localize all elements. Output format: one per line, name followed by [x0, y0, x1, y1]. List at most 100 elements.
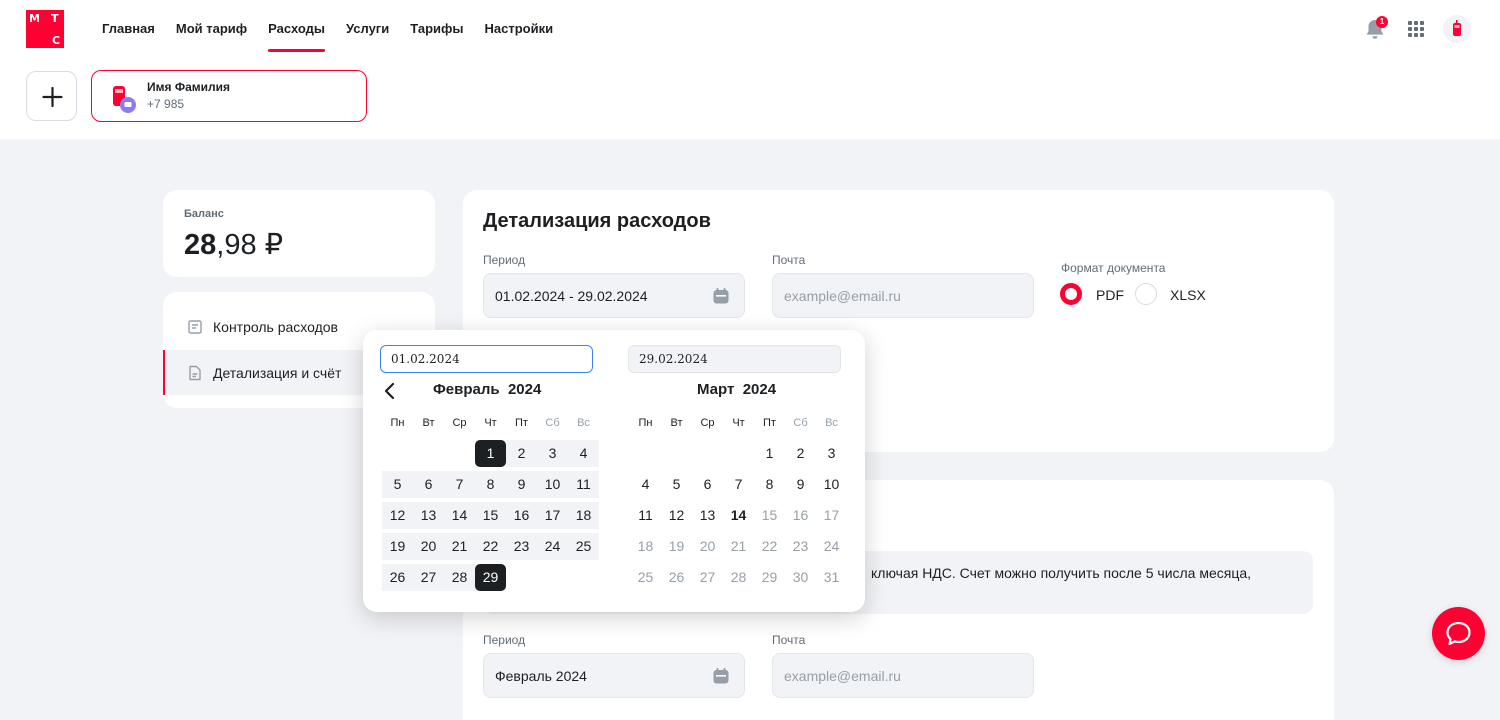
- format-label: Формат документа: [1061, 261, 1166, 275]
- calendar-day[interactable]: 6: [413, 471, 444, 498]
- calendar-day: 31: [823, 569, 840, 585]
- calendar-day[interactable]: 26: [382, 564, 413, 591]
- list-icon: [188, 319, 202, 334]
- calendar-day[interactable]: 1: [754, 440, 785, 467]
- logo-letter-m: М: [29, 12, 40, 25]
- calendar-day: 29: [761, 569, 778, 585]
- calendar-day[interactable]: 6: [692, 471, 723, 498]
- format-pdf-label[interactable]: PDF: [1096, 287, 1124, 303]
- calendar-day[interactable]: 11: [568, 471, 599, 498]
- chat-button[interactable]: [1432, 607, 1485, 660]
- calendar-day[interactable]: 28: [444, 564, 475, 591]
- add-account-button[interactable]: [26, 71, 77, 121]
- calendar-day[interactable]: 19: [382, 533, 413, 560]
- calendar-day[interactable]: 17: [537, 502, 568, 529]
- calendar-day[interactable]: 25: [568, 533, 599, 560]
- email-input[interactable]: example@email.ru: [772, 273, 1034, 318]
- nav-settings[interactable]: Настройки: [484, 0, 553, 56]
- calendar-day[interactable]: 5: [661, 471, 692, 498]
- format-xlsx-radio[interactable]: [1135, 283, 1157, 305]
- calendar-day[interactable]: 22: [475, 533, 506, 560]
- weekday-label: Вс: [825, 417, 838, 429]
- calendar-day[interactable]: 5: [382, 471, 413, 498]
- format-xlsx-label[interactable]: XLSX: [1170, 287, 1206, 303]
- bill-email-label: Почта: [772, 633, 806, 647]
- calendar-day[interactable]: 14: [444, 502, 475, 529]
- nav-expenses[interactable]: Расходы: [268, 0, 325, 56]
- calendar-day[interactable]: 16: [506, 502, 537, 529]
- calendar-day[interactable]: 12: [382, 502, 413, 529]
- calendar-icon[interactable]: [712, 667, 730, 685]
- calendar-day[interactable]: 21: [444, 533, 475, 560]
- profile-avatar[interactable]: [1443, 15, 1471, 43]
- calendar-day: 15: [761, 507, 778, 523]
- calendar-day[interactable]: 27: [413, 564, 444, 591]
- calendar-day[interactable]: 7: [444, 471, 475, 498]
- calendar-day[interactable]: 8: [475, 471, 506, 498]
- calendar-day[interactable]: 8: [754, 471, 785, 498]
- chat-icon: [1446, 621, 1471, 646]
- calendar-day[interactable]: 2: [785, 440, 816, 467]
- account-phone-icon: [113, 86, 136, 113]
- month-year: 2024: [742, 381, 777, 398]
- main-nav: Главная Мой тариф Расходы Услуги Тарифы …: [102, 0, 574, 56]
- calendar-day[interactable]: 3: [816, 440, 847, 467]
- calendar-day[interactable]: 3: [537, 440, 568, 467]
- calendar-day[interactable]: 13: [413, 502, 444, 529]
- calendar-day[interactable]: 1: [475, 440, 506, 467]
- calendar-day[interactable]: 10: [537, 471, 568, 498]
- calendar-day: 22: [761, 538, 778, 554]
- chevron-left-icon[interactable]: [383, 382, 397, 400]
- date-range-picker: 01.02.2024 29.02.2024 Февраль 2024 Март …: [363, 330, 865, 612]
- calendar-day[interactable]: 12: [661, 502, 692, 529]
- weekday-label: Пт: [763, 417, 776, 429]
- calendar-day[interactable]: 9: [785, 471, 816, 498]
- account-phone: +7 985: [147, 97, 185, 111]
- calendar-day[interactable]: 2: [506, 440, 537, 467]
- start-date-input[interactable]: 01.02.2024: [380, 345, 593, 373]
- calendar-day[interactable]: 7: [723, 471, 754, 498]
- mts-logo[interactable]: М Т С: [26, 10, 64, 48]
- calendar-day: 27: [699, 569, 716, 585]
- calendar-day[interactable]: 9: [506, 471, 537, 498]
- calendar-day[interactable]: 14: [723, 502, 754, 529]
- calendar-day[interactable]: 15: [475, 502, 506, 529]
- detailing-title: Детализация расходов: [483, 210, 711, 232]
- calendar-day[interactable]: 4: [568, 440, 599, 467]
- bill-period-field[interactable]: Февраль 2024: [483, 653, 745, 698]
- notification-badge: 1: [1376, 16, 1388, 28]
- apps-grid-icon[interactable]: [1403, 16, 1429, 42]
- nav-tariffs[interactable]: Тарифы: [410, 0, 463, 56]
- balance-fraction: ,98 ₽: [216, 229, 284, 261]
- calendar-day[interactable]: 29: [475, 564, 506, 591]
- weekday-label: Чт: [484, 417, 497, 429]
- period-label: Период: [483, 253, 526, 267]
- nav-services[interactable]: Услуги: [346, 0, 389, 56]
- calendar-day: 30: [792, 569, 809, 585]
- calendar-day[interactable]: 24: [537, 533, 568, 560]
- calendar-day: 18: [637, 538, 654, 554]
- top-bar: М Т С Главная Мой тариф Расходы Услуги Т…: [0, 0, 1500, 139]
- calendar-day[interactable]: 18: [568, 502, 599, 529]
- balance-card: Баланс 28,98 ₽: [163, 190, 435, 277]
- document-icon: [189, 365, 201, 380]
- month-year: 2024: [507, 381, 542, 398]
- calendar-day[interactable]: 10: [816, 471, 847, 498]
- format-pdf-radio[interactable]: [1060, 283, 1082, 305]
- bill-email-input[interactable]: example@email.ru: [772, 653, 1034, 698]
- weekday-label: Ср: [452, 417, 467, 429]
- nav-my-tariff[interactable]: Мой тариф: [176, 0, 247, 56]
- calendar-day[interactable]: 11: [630, 502, 661, 529]
- sidebar-item-label: Контроль расходов: [213, 318, 338, 335]
- calendar-day[interactable]: 13: [692, 502, 723, 529]
- calendar-day[interactable]: 20: [413, 533, 444, 560]
- period-field[interactable]: 01.02.2024 - 29.02.2024: [483, 273, 745, 318]
- end-date-input[interactable]: 29.02.2024: [628, 345, 841, 373]
- weekday-label: Ср: [700, 417, 715, 429]
- calendar-day: 19: [668, 538, 685, 554]
- nav-home[interactable]: Главная: [102, 0, 155, 56]
- account-card[interactable]: Имя Фамилия +7 985: [91, 70, 367, 122]
- calendar-day[interactable]: 4: [630, 471, 661, 498]
- calendar-icon[interactable]: [712, 287, 730, 305]
- calendar-day[interactable]: 23: [506, 533, 537, 560]
